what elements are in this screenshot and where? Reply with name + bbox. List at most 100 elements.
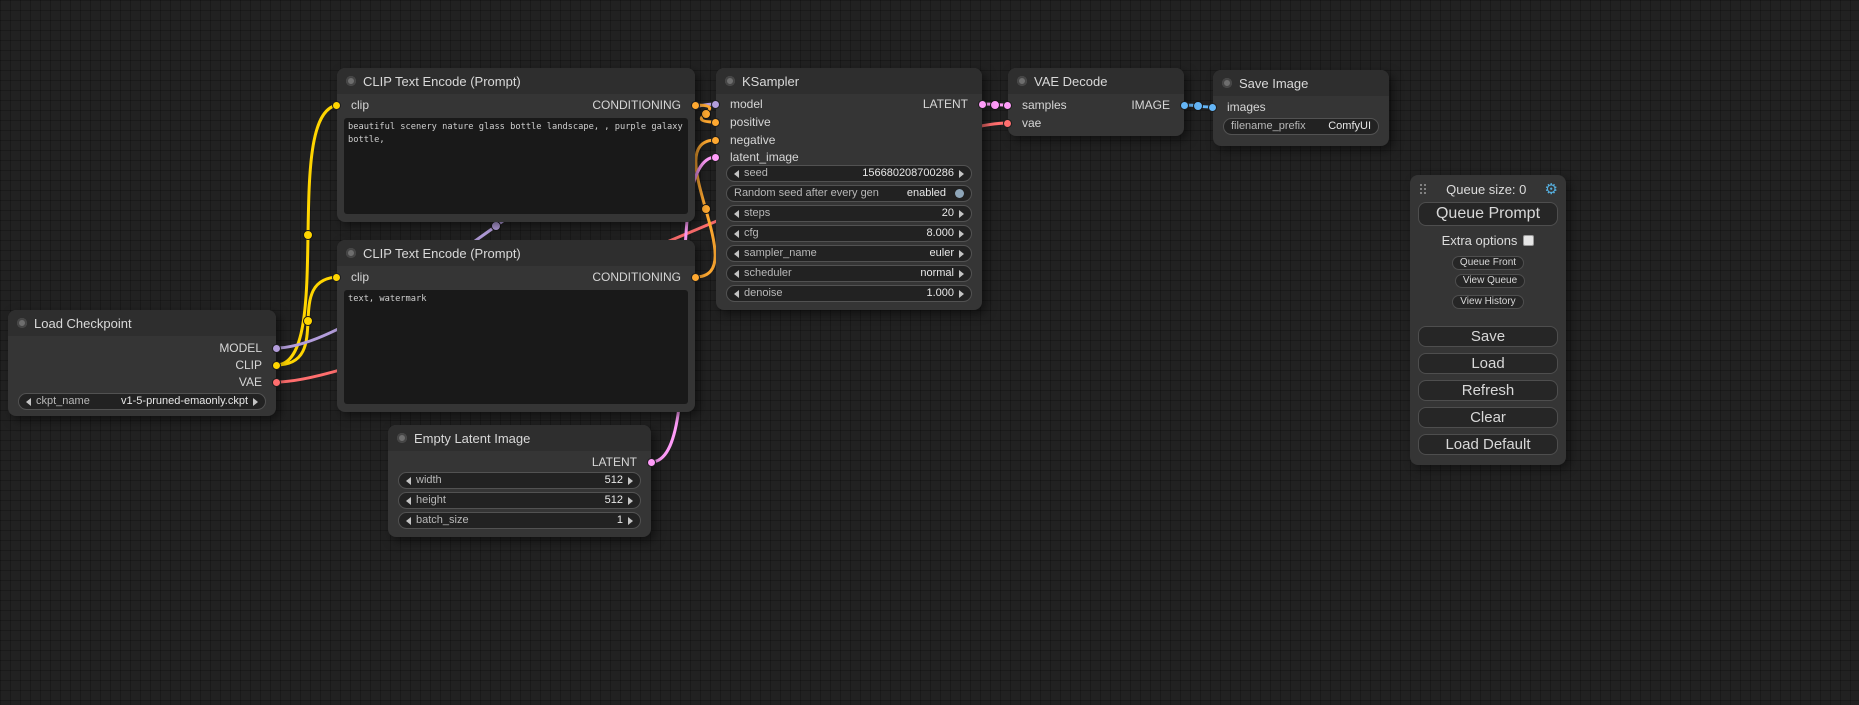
decrement-arrow-icon[interactable] — [734, 290, 739, 298]
increment-arrow-icon[interactable] — [628, 517, 633, 525]
history-buttons-row: View History — [1418, 291, 1558, 309]
increment-arrow-icon[interactable] — [253, 398, 258, 406]
collapse-dot-icon[interactable] — [1017, 76, 1027, 86]
output-port-model[interactable] — [272, 344, 281, 353]
collapse-dot-icon[interactable] — [346, 248, 356, 258]
node-title-bar[interactable]: Save Image — [1213, 70, 1389, 96]
node-ksampler[interactable]: KSampler model positive negative latent_… — [716, 68, 982, 310]
widget-width[interactable]: width 512 — [398, 472, 641, 489]
widget-value: v1-5-pruned-emaonly.ckpt — [121, 394, 248, 409]
widget-filename-prefix[interactable]: filename_prefix ComfyUI — [1223, 118, 1379, 135]
settings-gear-icon[interactable]: ⚙ — [1545, 182, 1558, 197]
decrement-arrow-icon[interactable] — [734, 170, 739, 178]
load-button[interactable]: Load — [1418, 353, 1558, 374]
increment-arrow-icon[interactable] — [959, 270, 964, 278]
widget-sampler-name[interactable]: sampler_name euler — [726, 245, 972, 262]
toggle-knob-icon[interactable] — [955, 189, 964, 198]
output-port-conditioning[interactable] — [691, 273, 700, 282]
input-port-negative[interactable] — [711, 136, 720, 145]
increment-arrow-icon[interactable] — [959, 230, 964, 238]
input-label-images: images — [1227, 100, 1266, 114]
input-port-vae[interactable] — [1003, 119, 1012, 128]
view-history-button[interactable]: View History — [1452, 295, 1523, 309]
load-default-button[interactable]: Load Default — [1418, 434, 1558, 455]
comfyui-node-canvas[interactable]: Load Checkpoint MODEL CLIP VAE ckpt_name… — [0, 0, 1859, 705]
extra-options-checkbox[interactable] — [1523, 235, 1534, 246]
collapse-dot-icon[interactable] — [397, 433, 407, 443]
refresh-button[interactable]: Refresh — [1418, 380, 1558, 401]
increment-arrow-icon[interactable] — [628, 497, 633, 505]
prompt-text-area[interactable]: beautiful scenery nature glass bottle la… — [344, 118, 688, 214]
increment-arrow-icon[interactable] — [959, 250, 964, 258]
widget-steps[interactable]: steps 20 — [726, 205, 972, 222]
output-label-conditioning: CONDITIONING — [592, 270, 681, 284]
input-port-model[interactable] — [711, 100, 720, 109]
increment-arrow-icon[interactable] — [959, 210, 964, 218]
prompt-text-area[interactable]: text, watermark — [344, 290, 688, 404]
collapse-dot-icon[interactable] — [17, 318, 27, 328]
clear-button[interactable]: Clear — [1418, 407, 1558, 428]
input-label-vae: vae — [1022, 116, 1041, 130]
collapse-dot-icon[interactable] — [725, 76, 735, 86]
node-title-bar[interactable]: CLIP Text Encode (Prompt) — [337, 68, 695, 94]
output-port-conditioning[interactable] — [691, 101, 700, 110]
node-title: Save Image — [1239, 76, 1308, 91]
queue-front-button[interactable]: Queue Front — [1452, 256, 1524, 270]
decrement-arrow-icon[interactable] — [406, 477, 411, 485]
link-midpoint-dot — [702, 205, 711, 214]
decrement-arrow-icon[interactable] — [734, 230, 739, 238]
node-title-bar[interactable]: Empty Latent Image — [388, 425, 651, 451]
output-port-latent[interactable] — [647, 458, 656, 467]
collapse-dot-icon[interactable] — [1222, 78, 1232, 88]
view-queue-button[interactable]: View Queue — [1455, 274, 1525, 288]
node-title-bar[interactable]: Load Checkpoint — [8, 310, 276, 336]
increment-arrow-icon[interactable] — [959, 290, 964, 298]
node-save-image[interactable]: Save Image images filename_prefix ComfyU… — [1213, 70, 1389, 146]
decrement-arrow-icon[interactable] — [406, 517, 411, 525]
widget-value: 156680208700286 — [862, 166, 954, 181]
widget-ckpt-name[interactable]: ckpt_name v1-5-pruned-emaonly.ckpt — [18, 393, 266, 410]
node-title-bar[interactable]: CLIP Text Encode (Prompt) — [337, 240, 695, 266]
node-load-checkpoint[interactable]: Load Checkpoint MODEL CLIP VAE ckpt_name… — [8, 310, 276, 416]
decrement-arrow-icon[interactable] — [734, 270, 739, 278]
input-port-clip[interactable] — [332, 101, 341, 110]
node-title: KSampler — [742, 74, 799, 89]
input-port-samples[interactable] — [1003, 101, 1012, 110]
output-port-clip[interactable] — [272, 361, 281, 370]
widget-seed[interactable]: seed 156680208700286 — [726, 165, 972, 182]
queue-prompt-button[interactable]: Queue Prompt — [1418, 202, 1558, 226]
increment-arrow-icon[interactable] — [628, 477, 633, 485]
increment-arrow-icon[interactable] — [959, 170, 964, 178]
widget-height[interactable]: height 512 — [398, 492, 641, 509]
widget-value: enabled — [907, 186, 946, 201]
node-vae-decode[interactable]: VAE Decode samples vae IMAGE — [1008, 68, 1184, 136]
widget-label: scheduler — [744, 266, 792, 281]
output-label-vae: VAE — [239, 375, 262, 389]
widget-denoise[interactable]: denoise 1.000 — [726, 285, 972, 302]
input-port-images[interactable] — [1208, 103, 1217, 112]
decrement-arrow-icon[interactable] — [734, 250, 739, 258]
save-button[interactable]: Save — [1418, 326, 1558, 347]
decrement-arrow-icon[interactable] — [734, 210, 739, 218]
node-title: VAE Decode — [1034, 74, 1107, 89]
decrement-arrow-icon[interactable] — [406, 497, 411, 505]
output-port-latent[interactable] — [978, 100, 987, 109]
node-clip-text-encode-positive[interactable]: CLIP Text Encode (Prompt) clip CONDITION… — [337, 68, 695, 222]
widget-label: batch_size — [416, 513, 469, 528]
collapse-dot-icon[interactable] — [346, 76, 356, 86]
decrement-arrow-icon[interactable] — [26, 398, 31, 406]
input-port-positive[interactable] — [711, 118, 720, 127]
node-title-bar[interactable]: KSampler — [716, 68, 982, 94]
node-title-bar[interactable]: VAE Decode — [1008, 68, 1184, 94]
widget-random-seed-toggle[interactable]: Random seed after every gen enabled — [726, 185, 972, 202]
input-port-clip[interactable] — [332, 273, 341, 282]
widget-batch-size[interactable]: batch_size 1 — [398, 512, 641, 529]
widget-cfg[interactable]: cfg 8.000 — [726, 225, 972, 242]
output-port-vae[interactable] — [272, 378, 281, 387]
widget-scheduler[interactable]: scheduler normal — [726, 265, 972, 282]
node-empty-latent-image[interactable]: Empty Latent Image LATENT width 512 heig… — [388, 425, 651, 537]
output-port-image[interactable] — [1180, 101, 1189, 110]
drag-handle-icon[interactable] — [1418, 183, 1428, 196]
node-clip-text-encode-negative[interactable]: CLIP Text Encode (Prompt) clip CONDITION… — [337, 240, 695, 412]
input-port-latent-image[interactable] — [711, 153, 720, 162]
